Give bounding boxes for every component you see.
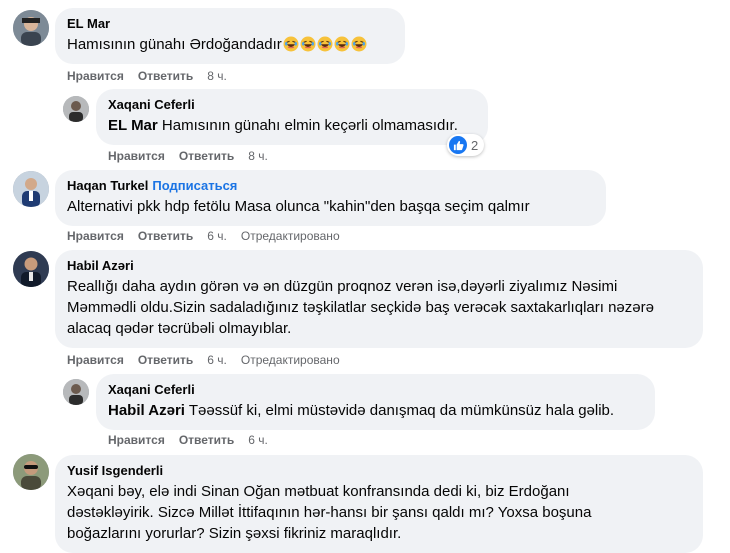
comment-author[interactable]: Haqan Turkel	[67, 178, 148, 193]
like-button[interactable]: Нравится	[67, 353, 124, 367]
laughing-emoji-icon	[300, 36, 316, 52]
reply-button[interactable]: Ответить	[138, 229, 193, 243]
comment-actions: Нравится Ответить 6 ч. Отредактировано	[67, 228, 340, 244]
comment-text-line: Məmmədli oldu.Sizin sadaladığınız təşkil…	[67, 299, 654, 316]
reply-button[interactable]: Ответить	[179, 149, 234, 163]
avatar[interactable]	[13, 251, 49, 287]
comment-actions: Нравится Ответить 6 ч. Отредактировано	[67, 352, 340, 368]
like-button[interactable]: Нравится	[67, 229, 124, 243]
reaction-count-badge[interactable]: 2	[447, 134, 485, 156]
avatar[interactable]	[63, 379, 89, 405]
comment-text-body: Hamısının günahı elmin keçərli olmamasıd…	[157, 117, 458, 134]
comment-bubble: Haqan Turkel Подписаться Alternativi pkk …	[55, 170, 606, 226]
laughing-emoji-icons	[282, 36, 367, 53]
reply-button[interactable]: Ответить	[179, 433, 234, 447]
comment-text: Xəqani bəy, elə indi Sinan Oğan mətbuat …	[67, 481, 691, 544]
comment-time[interactable]: 6 ч.	[248, 433, 268, 447]
edited-label: Отредактировано	[240, 353, 340, 367]
reaction-count: 2	[471, 137, 479, 153]
comment-time[interactable]: 8 ч.	[207, 69, 227, 83]
comment-time[interactable]: 6 ч.	[207, 229, 227, 243]
comment-text: Alternativi pkk hdp fetölu Masa olunca "…	[67, 198, 530, 215]
comment-actions: Нравится Ответить 8 ч.	[108, 148, 282, 164]
mention-link[interactable]: Habil Azəri	[108, 402, 185, 419]
comment-text-line: boğazlarını yorurlar? Sizin şəxsi fikrin…	[67, 525, 402, 542]
edited-label: Отредактировано	[240, 229, 340, 243]
comment-text: EL Mar Hamısının günahı elmin keçərli ol…	[108, 115, 476, 136]
comment-bubble: Xaqani Ceferli Habil Azəri Təəssüf ki, e…	[96, 374, 655, 430]
comment-text: Habil Azəri Təəssüf ki, elmi müstəvidə d…	[108, 400, 643, 421]
mention-link[interactable]: EL Mar	[108, 117, 158, 134]
comment-author[interactable]: Habil Azəri	[67, 258, 691, 274]
reply-button[interactable]: Ответить	[138, 353, 193, 367]
comment-text-body: Hamısının günahı Ərdoğandadır	[67, 36, 282, 53]
avatar[interactable]	[63, 96, 89, 122]
comment-author[interactable]: EL Mar	[67, 16, 393, 32]
comment-time[interactable]: 8 ч.	[248, 149, 268, 163]
like-button[interactable]: Нравится	[108, 149, 165, 163]
comment-bubble: Yusif Isgenderli Xəqani bəy, elə indi Si…	[55, 455, 703, 553]
avatar[interactable]	[13, 10, 49, 46]
avatar[interactable]	[13, 171, 49, 207]
comment-bubble: EL Mar Hamısının günahı Ərdoğandadır	[55, 8, 405, 64]
comment-text-line: alacaq qədər təcrübəli olmayıblar.	[67, 320, 292, 337]
comment-text-line: dəstəkləyirik. Sizcə Millət İttifaqının …	[67, 504, 592, 521]
comment-author[interactable]: Xaqani Ceferli	[108, 97, 476, 113]
comment-text: Reallığı daha aydın görən və ən düzgün p…	[67, 276, 691, 339]
comment-text-line: Reallığı daha aydın görən və ən düzgün p…	[67, 278, 618, 295]
comment-text-body: Təəssüf ki, elmi müstəvidə danışmaq da m…	[184, 402, 615, 419]
subscribe-button[interactable]: Подписаться	[152, 178, 237, 193]
laughing-emoji-icon	[283, 36, 299, 52]
like-button[interactable]: Нравится	[108, 433, 165, 447]
comment-actions: Нравится Ответить 8 ч.	[67, 68, 241, 84]
comment-author[interactable]: Xaqani Ceferli	[108, 382, 643, 398]
laughing-emoji-icon	[317, 36, 333, 52]
reply-button[interactable]: Ответить	[138, 69, 193, 83]
avatar[interactable]	[13, 454, 49, 490]
comment-author-row: Haqan Turkel Подписаться	[67, 178, 594, 194]
laughing-emoji-icon	[334, 36, 350, 52]
comment-actions: Нравится Ответить 6 ч.	[108, 432, 282, 448]
comment-bubble: Xaqani Ceferli EL Mar Hamısının günahı e…	[96, 89, 488, 145]
comment-text-line: Xəqani bəy, elə indi Sinan Oğan mətbuat …	[67, 483, 570, 500]
like-button[interactable]: Нравится	[67, 69, 124, 83]
laughing-emoji-icon	[351, 36, 367, 52]
comment-bubble: Habil Azəri Reallığı daha aydın görən və…	[55, 250, 703, 348]
like-reaction-icon	[449, 136, 467, 154]
comment-author[interactable]: Yusif Isgenderli	[67, 463, 691, 479]
comment-time[interactable]: 6 ч.	[207, 353, 227, 367]
comment-text: Hamısının günahı Ərdoğandadır	[67, 34, 393, 55]
